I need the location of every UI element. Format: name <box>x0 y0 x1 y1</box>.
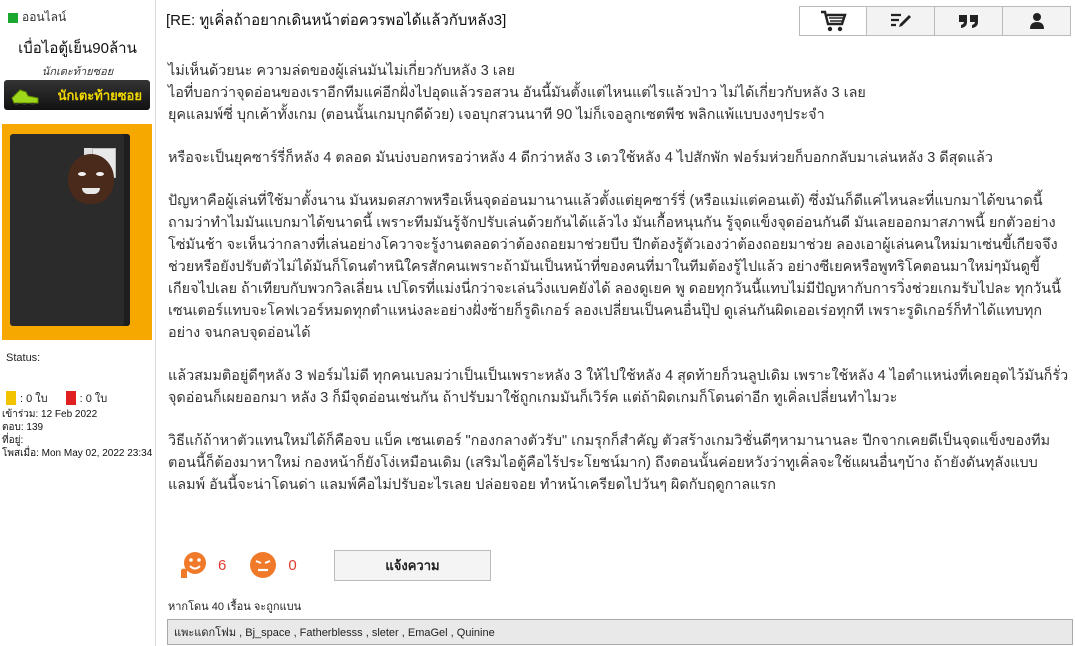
red-card-count: : 0 ใบ <box>79 393 108 405</box>
user-icon <box>1029 13 1044 29</box>
location: ที่อยู่: <box>2 435 24 446</box>
post-body: ไม่เห็นด้วยนะ ความล่ดของผู้เล่นมันไม่เกี… <box>168 60 1070 517</box>
face-image <box>68 154 114 204</box>
user-stats: เข้าร่วม: 12 Feb 2022 ตอบ: 139 ที่อยู่: … <box>2 408 152 460</box>
post-paragraph: วิธีแก้ถ้าหาตัวแทนใหม่ได้ก็คือจบ แบ็ค เซ… <box>168 433 1051 493</box>
status-label: Status: <box>6 352 41 364</box>
user-title: นักเตะท้ายซอย <box>41 66 114 78</box>
red-card-icon <box>65 391 76 405</box>
dislike-reaction-icon[interactable] <box>248 550 278 580</box>
like-count: 6 <box>218 556 227 574</box>
face-eye <box>78 172 86 176</box>
joined-date: เข้าร่วม: 12 Feb 2022 <box>2 409 98 420</box>
edit-button[interactable] <box>867 6 935 36</box>
rank-badge: นักเตะท้ายซอย <box>4 80 150 110</box>
cart-icon <box>821 10 847 32</box>
post-toolbar <box>799 6 1074 38</box>
quote-button[interactable] <box>935 6 1003 36</box>
face-eye <box>96 172 104 176</box>
reactions-bar: 6 0 <box>178 550 319 580</box>
card-counts: : 0 ใบ : 0 ใบ <box>6 389 107 407</box>
posted-at: โพสเมื่อ: Mon May 02, 2022 23:34 <box>2 448 153 459</box>
football-boot-icon <box>11 89 39 105</box>
avatar[interactable] <box>2 124 152 340</box>
like-reaction-icon[interactable] <box>178 550 208 580</box>
post-paragraph: ไม่เห็นด้วยนะ ความล่ดของผู้เล่นมันไม่เกี… <box>168 63 866 123</box>
online-status: ออนไลน์ <box>8 8 66 27</box>
post-count: ตอบ: 139 <box>2 422 44 433</box>
username[interactable]: เบื่อไอตู้เย็น90ล้าน <box>0 36 155 60</box>
rank-badge-label: นักเตะท้ายซอย <box>57 87 142 103</box>
online-status-label: ออนไลน์ <box>22 10 67 24</box>
fridge-image <box>10 134 130 326</box>
yellow-card-icon <box>6 391 16 405</box>
post-paragraph: หรือจะเป็นยุคซาร์รี่ก็หลัง 4 ตลอด มันบ่ง… <box>168 150 993 166</box>
post-paragraph: ปัญหาคือผู้เล่นที่ใช้มาตั้งนาน มันหมดสภา… <box>168 193 1061 341</box>
profile-button[interactable] <box>1003 6 1071 36</box>
quote-icon <box>958 15 978 28</box>
cart-button[interactable] <box>799 6 867 36</box>
edit-list-icon <box>890 13 911 27</box>
post-title: [RE: ทูเคิ่ลถ้าอยากเดินหน้าต่อควรพอได้แล… <box>166 12 507 29</box>
liked-by-list: แพะแดกโฟม , Bj_space , Fatherblesss , sl… <box>167 619 1073 645</box>
dislike-count: 0 <box>288 556 297 574</box>
yellow-card-count: : 0 ใบ <box>20 393 48 405</box>
online-indicator-icon <box>8 12 18 23</box>
face-mouth <box>82 188 100 194</box>
user-sidebar: ออนไลน์ เบื่อไอตู้เย็น90ล้าน นักเตะท้ายซ… <box>0 0 156 646</box>
report-button[interactable]: แจ้งความ <box>334 550 491 581</box>
ban-warning-note: หากโดน 40 เรื้อน จะถูกแบน <box>168 601 302 613</box>
post-paragraph: แล้วสมมติอยู่ดีๆหลัง 3 ฟอร์มไม่ดี ทุกคนเ… <box>168 368 1069 406</box>
